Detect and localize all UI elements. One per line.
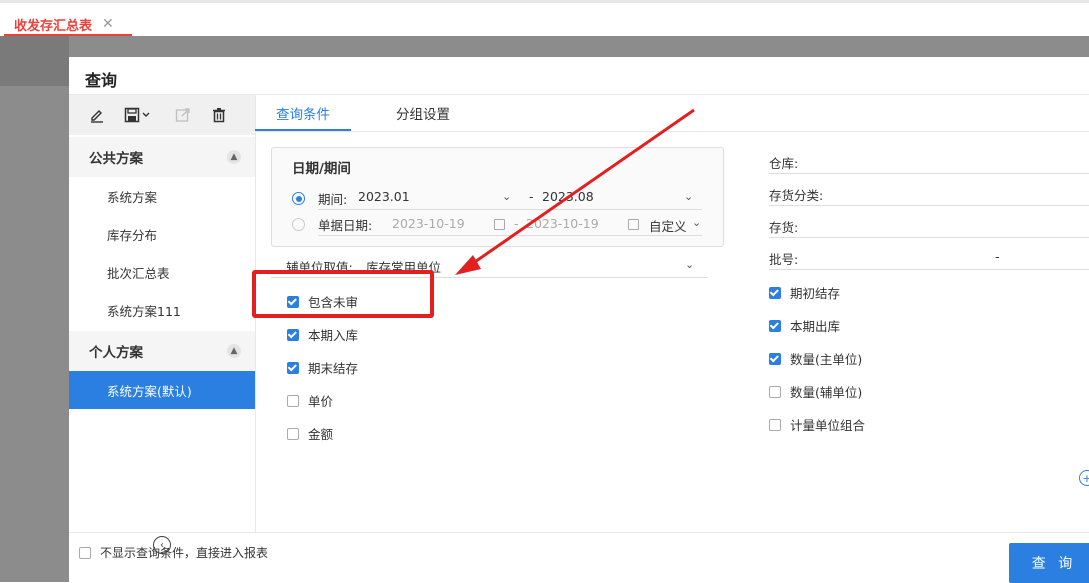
checkbox[interactable] xyxy=(769,319,781,332)
divider xyxy=(69,532,1089,533)
checkbox-qty-aux[interactable]: 数量(辅单位) xyxy=(769,382,862,401)
scheme-item[interactable]: 库存分布 xyxy=(69,215,255,253)
inventory-label: 存货: xyxy=(769,220,799,235)
export-icon[interactable] xyxy=(173,105,193,125)
period-label: 期间: xyxy=(318,192,348,207)
add-condition-icon[interactable]: + xyxy=(1079,470,1089,486)
scheme-item-default[interactable]: 系统方案(默认) xyxy=(69,371,255,409)
scheme-item[interactable]: 系统方案111 xyxy=(69,291,255,329)
checkbox[interactable] xyxy=(769,352,781,365)
tab-label: 收发存汇总表 xyxy=(14,18,93,34)
query-button[interactable]: 查 询 xyxy=(1009,543,1089,583)
checkbox[interactable] xyxy=(769,286,781,299)
checkbox-qty-main[interactable]: 数量(主单位) xyxy=(769,349,862,368)
checkbox-ending-balance[interactable]: 期末结存 xyxy=(287,358,358,377)
checkbox-label: 计量单位组合 xyxy=(790,418,866,433)
checkbox[interactable] xyxy=(287,394,299,407)
checkbox-label: 单价 xyxy=(308,394,334,409)
checkbox-unit-price[interactable]: 单价 xyxy=(287,391,333,410)
top-tab-bar: 收发存汇总表 ✕ xyxy=(0,0,1089,36)
group-label: 公共方案 xyxy=(89,151,143,167)
public-scheme-group[interactable]: 公共方案 ▲ xyxy=(69,137,255,177)
overlay-shade xyxy=(0,36,69,86)
scheme-item-label: 库存分布 xyxy=(107,227,158,243)
tab-query-conditions[interactable]: 查询条件 xyxy=(276,95,330,131)
period-from-value[interactable]: 2023.01 xyxy=(358,189,410,204)
checkbox[interactable] xyxy=(287,361,299,374)
category-label: 存货分类: xyxy=(769,188,824,203)
inventory-field[interactable] xyxy=(769,237,1089,238)
checkbox-label: 期初结存 xyxy=(790,286,841,301)
scheme-item-label: 系统方案111 xyxy=(107,303,181,319)
sidebar-toolbar xyxy=(69,95,255,135)
checkbox[interactable] xyxy=(769,418,781,431)
checkbox[interactable] xyxy=(769,385,781,398)
query-dialog: 查询 公共方案 ▲ 系统方案 库存分布 批次汇总表 系统方案111 个人方案 ▲… xyxy=(69,57,1089,583)
date-box-title: 日期/期间 xyxy=(292,161,351,177)
warehouse-label: 仓库: xyxy=(769,156,799,171)
dialog-title: 查询 xyxy=(85,71,118,90)
checkbox[interactable] xyxy=(287,328,299,341)
annotation-highlight-box xyxy=(252,270,434,318)
scheme-item-label: 批次汇总表 xyxy=(107,265,170,281)
period-radio[interactable] xyxy=(292,192,305,205)
checkbox-label: 期末结存 xyxy=(308,361,359,376)
checkbox-label: 数量(辅单位) xyxy=(790,385,863,400)
group-label: 个人方案 xyxy=(89,345,143,361)
personal-scheme-group[interactable]: 个人方案 ▲ xyxy=(69,331,255,371)
batch-sep: - xyxy=(995,249,1000,264)
annotation-arrow-icon xyxy=(455,108,695,275)
checkbox-label: 数量(主单位) xyxy=(790,352,863,367)
scheme-item-label: 系统方案(默认) xyxy=(107,383,192,399)
checkbox-opening-balance[interactable]: 期初结存 xyxy=(769,283,840,302)
scheme-item-label: 系统方案 xyxy=(107,189,158,205)
scheme-item[interactable]: 系统方案 xyxy=(69,177,255,215)
save-icon[interactable] xyxy=(123,105,153,125)
checkbox-period-in[interactable]: 本期入库 xyxy=(287,325,358,344)
batch-field[interactable] xyxy=(769,269,1089,270)
checkbox-unit-combo[interactable]: 计量单位组合 xyxy=(769,415,865,434)
chevron-up-icon[interactable]: ▲ xyxy=(227,150,241,164)
checkbox-label: 本期出库 xyxy=(790,319,841,334)
checkbox-amount[interactable]: 金额 xyxy=(287,424,333,443)
doc-date-label: 单据日期: xyxy=(318,218,373,233)
warehouse-field[interactable] xyxy=(769,173,1089,174)
delete-icon[interactable] xyxy=(209,105,229,125)
tab-group-settings[interactable]: 分组设置 xyxy=(396,95,450,131)
checkbox[interactable] xyxy=(79,546,91,559)
checkbox-period-out[interactable]: 本期出库 xyxy=(769,316,840,335)
category-field[interactable] xyxy=(769,205,1089,206)
skip-conditions-option[interactable]: 不显示查询条件，直接进入报表 xyxy=(79,544,268,561)
close-icon[interactable]: ✕ xyxy=(102,16,114,32)
skip-label: 不显示查询条件，直接进入报表 xyxy=(100,546,269,560)
batch-label: 批号: xyxy=(769,252,799,267)
checkbox-label: 金额 xyxy=(308,427,334,442)
scheme-item[interactable]: 批次汇总表 xyxy=(69,253,255,291)
checkbox-label: 本期入库 xyxy=(308,328,359,343)
scheme-sidebar: 公共方案 ▲ 系统方案 库存分布 批次汇总表 系统方案111 个人方案 ▲ 系统… xyxy=(69,95,256,554)
chevron-up-icon[interactable]: ▲ xyxy=(227,344,241,358)
edit-icon[interactable] xyxy=(87,105,107,125)
checkbox[interactable] xyxy=(287,427,299,440)
doc-date-radio[interactable] xyxy=(292,218,305,231)
